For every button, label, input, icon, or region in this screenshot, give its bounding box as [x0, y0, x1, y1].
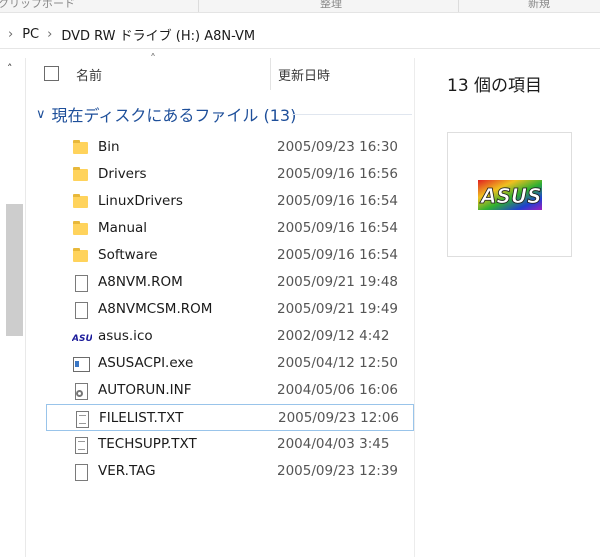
file-icon: [72, 301, 90, 319]
ribbon-clipboard-label: クリップボード: [0, 0, 75, 10]
settings-file-icon: [72, 382, 90, 400]
list-item[interactable]: A8NVMCSM.ROM 2005/09/21 19:49: [46, 296, 414, 323]
folder-icon: [72, 247, 90, 264]
sort-ascending-icon: ˄: [150, 52, 156, 66]
list-item[interactable]: ASUSACPI.exe 2005/04/12 12:50: [46, 350, 414, 377]
folder-icon: [72, 220, 90, 237]
file-name: asus.ico: [98, 328, 153, 344]
file-date: 2005/09/23 12:39: [277, 463, 399, 479]
list-item[interactable]: VER.TAG 2005/09/23 12:39: [46, 458, 414, 485]
folder-icon: [72, 193, 90, 210]
file-name: LinuxDrivers: [98, 193, 183, 209]
scroll-up-icon[interactable]: ˄: [7, 62, 13, 75]
group-header[interactable]: ∨ 現在ディスクにあるファイル (13): [36, 102, 296, 126]
file-name: TECHSUPP.TXT: [98, 436, 197, 452]
text-file-icon: [73, 410, 91, 428]
breadcrumb-chevron-icon[interactable]: ›: [47, 27, 52, 42]
list-item[interactable]: Manual 2005/09/16 16:54: [46, 215, 414, 242]
file-name: Bin: [98, 139, 120, 155]
list-item-focused[interactable]: FILELIST.TXT 2005/09/23 12:06: [46, 404, 414, 431]
file-name: A8NVMCSM.ROM: [98, 301, 213, 317]
file-date: 2005/09/16 16:54: [277, 220, 399, 236]
exe-icon: [72, 355, 90, 372]
file-date: 2005/04/12 12:50: [277, 355, 399, 371]
file-icon: [72, 274, 90, 292]
file-name: VER.TAG: [98, 463, 156, 479]
column-divider[interactable]: [270, 58, 271, 90]
item-count: 13 個の項目: [447, 76, 543, 96]
text-file-icon: [72, 436, 90, 454]
list-item[interactable]: ASUS asus.ico 2002/09/12 4:42: [46, 323, 414, 350]
ribbon-separator: [198, 0, 199, 12]
list-item[interactable]: Drivers 2005/09/16 16:56: [46, 161, 414, 188]
file-date: 2005/09/23 16:30: [277, 139, 399, 155]
file-date: 2004/05/06 16:06: [277, 382, 399, 398]
file-date: 2004/04/03 3:45: [277, 436, 390, 452]
file-name: Software: [98, 247, 158, 263]
nav-pane-scrollbar[interactable]: ˄: [0, 58, 26, 557]
preview-pane: ASUS: [447, 132, 572, 257]
pane-divider: [25, 58, 26, 557]
file-name: Drivers: [98, 166, 147, 182]
file-name: AUTORUN.INF: [98, 382, 192, 398]
file-date: 2002/09/12 4:42: [277, 328, 390, 344]
group-divider-line: [292, 114, 412, 115]
ribbon-new-label: 新規: [528, 0, 550, 10]
file-date: 2005/09/23 12:06: [278, 410, 400, 426]
list-item[interactable]: A8NVM.ROM 2005/09/21 19:48: [46, 269, 414, 296]
details-pane-divider[interactable]: [414, 58, 415, 557]
select-all-checkbox[interactable]: [44, 66, 59, 81]
column-header: 名前 ˄ 更新日時: [26, 52, 414, 90]
collapse-chevron-icon[interactable]: ∨: [36, 107, 46, 122]
ribbon-separator: [458, 0, 459, 12]
list-item[interactable]: TECHSUPP.TXT 2004/04/03 3:45: [46, 431, 414, 458]
column-date-header[interactable]: 更新日時: [278, 65, 330, 84]
file-list: Bin 2005/09/23 16:30 Drivers 2005/09/16 …: [46, 134, 414, 485]
group-label: 現在ディスクにあるファイル (13): [51, 106, 297, 125]
breadcrumb-pc[interactable]: PC: [22, 27, 39, 42]
list-item[interactable]: Bin 2005/09/23 16:30: [46, 134, 414, 161]
file-date: 2005/09/21 19:49: [277, 301, 399, 317]
folder-icon: [72, 139, 90, 156]
file-name: Manual: [98, 220, 148, 236]
folder-icon: [72, 166, 90, 183]
file-date: 2005/09/16 16:54: [277, 193, 399, 209]
asus-logo-icon: ASUS: [478, 180, 542, 210]
list-item[interactable]: LinuxDrivers 2005/09/16 16:54: [46, 188, 414, 215]
ribbon-strip: クリップボード 整理 新規: [0, 0, 600, 13]
list-item[interactable]: Software 2005/09/16 16:54: [46, 242, 414, 269]
address-bar[interactable]: › PC › DVD RW ドライブ (H:) A8N-VM: [0, 20, 600, 49]
file-icon: [72, 463, 90, 481]
file-date: 2005/09/16 16:54: [277, 247, 399, 263]
ribbon-organize-label: 整理: [320, 0, 342, 10]
file-name: A8NVM.ROM: [98, 274, 183, 290]
column-name-header[interactable]: 名前: [76, 65, 102, 84]
svg-text:ASUS: ASUS: [72, 334, 92, 343]
breadcrumb-drive[interactable]: DVD RW ドライブ (H:) A8N-VM: [61, 25, 255, 44]
svg-text:ASUS: ASUS: [479, 184, 542, 208]
file-date: 2005/09/21 19:48: [277, 274, 399, 290]
file-name: ASUSACPI.exe: [98, 355, 194, 371]
breadcrumb-chevron-icon[interactable]: ›: [8, 27, 13, 42]
file-name: FILELIST.TXT: [99, 410, 184, 426]
asus-icon: ASUS: [72, 328, 92, 345]
list-item[interactable]: AUTORUN.INF 2004/05/06 16:06: [46, 377, 414, 404]
scrollbar-thumb[interactable]: [6, 204, 23, 336]
file-date: 2005/09/16 16:56: [277, 166, 399, 182]
